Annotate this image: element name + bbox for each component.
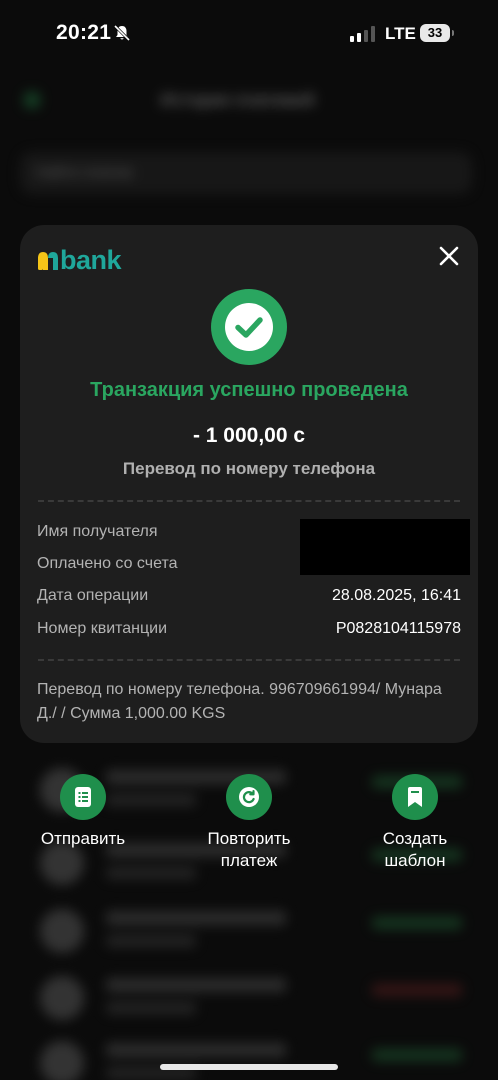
back-icon [24,92,40,108]
mbank-logo: bank [37,245,122,275]
receipt-card: bank Транзакция успешно проведена - 1 00… [20,225,478,743]
bell-muted-icon [113,24,131,42]
repeat-payment-label: Повторить платеж [207,829,291,870]
detail-label: Имя получателя [37,523,158,540]
close-icon[interactable] [436,243,462,269]
battery-indicator: 33 [420,24,454,42]
divider [38,659,460,661]
detail-row-receipt-number: Номер квитанции P0828104115978 [37,617,461,641]
detail-label: Оплачено со счета [37,555,178,572]
repeat-payment-button[interactable]: Повторить платеж [179,774,319,872]
transaction-amount: - 1 000,00 с [192,424,306,447]
transfer-type: Перевод по номеру телефона [122,459,376,478]
home-indicator[interactable] [160,1064,338,1070]
mbank-logo-mark-icon [38,252,58,270]
create-template-button-circle[interactable] [392,774,438,820]
brand-text: bank [60,245,122,275]
status-bar: 20:21 LTE 33 [0,0,498,70]
transaction-note: Перевод по номеру телефона. 996709661994… [37,681,442,722]
send-button-label: Отправить [40,829,126,848]
status-time: 20:21 [56,21,112,44]
detail-row-date: Дата операции 28.08.2025, 16:41 [37,584,461,608]
detail-label: Номер квитанции [37,620,168,637]
transaction-status: Транзакция успешно проведена [90,379,408,401]
send-button-circle[interactable] [60,774,106,820]
background-search: Найти платеж [20,152,472,194]
check-circle-icon [211,289,287,365]
create-template-button[interactable]: Создать шаблон [345,774,485,872]
detail-value: 28.08.2025, 16:41 [331,587,461,604]
background-search-placeholder: Найти платеж [36,164,133,181]
background-list-item [20,1035,478,1080]
signal-icon [350,26,375,42]
background-list-item [20,903,478,959]
background-header: История платежей [0,86,498,116]
document-list-icon [75,787,91,807]
redaction-box [300,519,470,575]
background-list-item [20,970,478,1026]
bookmark-icon [408,787,422,807]
screen: История платежей Найти платеж 20:21 LTE … [0,0,498,1080]
divider [38,500,460,502]
send-button[interactable]: Отправить [13,774,153,850]
repeat-payment-button-circle[interactable] [226,774,272,820]
background-title: История платежей [160,90,315,110]
create-template-label: Создать шаблон [382,829,448,870]
detail-label: Дата операции [37,587,149,604]
detail-value: P0828104115978 [335,620,461,637]
repeat-icon [239,787,259,807]
network-label: LTE [385,24,416,43]
